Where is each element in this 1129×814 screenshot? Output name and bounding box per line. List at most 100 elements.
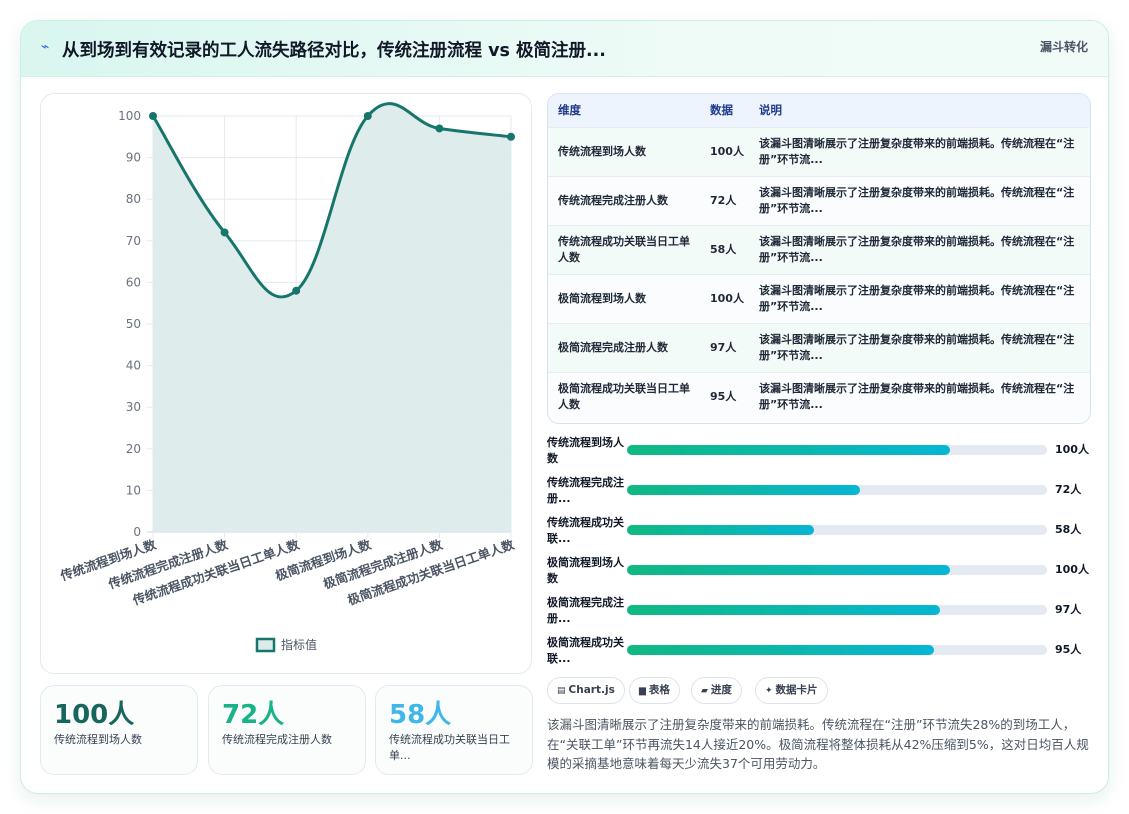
y-tick-label: 30: [126, 400, 141, 414]
progress-track: [627, 485, 1047, 495]
kpi-value: 100人: [54, 700, 135, 730]
progress-row: 传统流程到场人数 100人: [547, 433, 1091, 473]
area-chart[interactable]: 0102030405060708090100传统流程到场人数传统流程完成注册人数…: [41, 94, 533, 675]
progress-track: [627, 645, 1047, 655]
progress-value: 97人: [1055, 603, 1082, 616]
y-tick-label: 0: [133, 525, 141, 539]
table-row: 极简流程到场人数 100人 该漏斗图清晰展示了注册复杂度带来的前端损耗。传统流程…: [548, 274, 1090, 323]
kpi-value: 72人: [222, 700, 285, 730]
y-tick-label: 10: [126, 483, 141, 497]
data-point: [149, 112, 157, 120]
chart-icon: ▤: [557, 686, 566, 696]
legend-label: 指标值: [281, 637, 317, 652]
table-chip[interactable]: ▆ 表格: [629, 677, 680, 704]
y-tick-label: 20: [126, 442, 141, 456]
kpi-label: 传统流程成功关联当日工单...: [389, 733, 510, 762]
y-tick-label: 100: [118, 109, 141, 123]
progress-track: [627, 525, 1047, 535]
summary-text: 该漏斗图清晰展示了注册复杂度带来的前端损耗。传统流程在“注册”环节流失28%的到…: [547, 717, 1089, 771]
chart-panel: 0 10 20 30 40 50 60 70 80 90 100 传统流程到场人数 传统流程完成注册人数…: [40, 93, 532, 674]
table-cell-dimension: 传统流程完成注册人数: [558, 193, 668, 207]
table-header-row: 维度 数据 说明: [548, 94, 1090, 127]
progress-fill: [627, 525, 815, 535]
progress-row: 传统流程成功关联... 58人: [547, 513, 1091, 553]
kpi-label: 传统流程到场人数: [54, 733, 142, 746]
dashboard-card: ⌁ 从到场到有效记录的工人流失路径对比，传统注册流程 vs 极简注册... 漏斗…: [20, 20, 1109, 794]
progress-row: 极简流程到场人数 100人: [547, 553, 1091, 593]
y-tick-label: 70: [126, 234, 141, 248]
progress-fill: [627, 605, 941, 615]
data-point: [292, 286, 301, 295]
progress-track: [627, 445, 1047, 455]
column-header-dimension: 维度: [558, 103, 581, 118]
progress-track: [627, 605, 1047, 615]
progress-value: 72人: [1055, 483, 1082, 496]
data-table: 维度 数据 说明 传统流程到场人数 100人 该漏斗图清晰展示了注册复杂度带来的…: [547, 93, 1091, 424]
progress-row: 极简流程成功关联... 95人: [547, 633, 1091, 673]
data-point: [220, 228, 229, 237]
category-tag: 漏斗转化: [1039, 40, 1088, 54]
table-cell-value: 72人: [710, 193, 737, 207]
y-tick-label: 40: [126, 359, 141, 373]
chip-label: 数据卡片: [775, 684, 818, 696]
progress-chip[interactable]: ▰ 进度: [691, 677, 742, 704]
chip-label: 表格: [648, 684, 670, 696]
table-cell-description: 该漏斗图清晰展示了注册复杂度带来的前端损耗。传统流程在“注册”环节流...: [759, 136, 1075, 166]
table-cell-description: 该漏斗图清晰展示了注册复杂度带来的前端损耗。传统流程在“注册”环节流...: [759, 234, 1075, 264]
progress-value: 95人: [1055, 643, 1082, 656]
table-cell-description: 该漏斗图清晰展示了注册复杂度带来的前端损耗。传统流程在“注册”环节流...: [759, 332, 1075, 362]
kpi-label: 传统流程完成注册人数: [222, 733, 332, 746]
table-cell-value: 100人: [710, 144, 744, 158]
progress-label: 传统流程到场人数: [547, 436, 624, 465]
data-point: [435, 124, 444, 133]
table-cell-description: 该漏斗图清晰展示了注册复杂度带来的前端损耗。传统流程在“注册”环节流...: [759, 381, 1075, 411]
chip-label: Chart.js: [568, 684, 615, 696]
table-row: 传统流程到场人数 100人 该漏斗图清晰展示了注册复杂度带来的前端损耗。传统流程…: [548, 127, 1090, 176]
progress-label: 传统流程成功关联...: [547, 516, 624, 545]
table-cell-dimension: 极简流程到场人数: [558, 291, 646, 305]
table-cell-dimension: 极简流程完成注册人数: [558, 340, 668, 354]
table-cell-value: 100人: [710, 291, 744, 305]
sparkle-icon: ✦: [765, 686, 773, 696]
progress-value: 100人: [1055, 443, 1089, 456]
kpi-value: 58人: [389, 700, 452, 730]
page-title: 从到场到有效记录的工人流失路径对比，传统注册流程 vs 极简注册...: [62, 41, 606, 61]
lightning-icon: ⌁: [41, 39, 50, 55]
table-row: 极简流程完成注册人数 97人 该漏斗图清晰展示了注册复杂度带来的前端损耗。传统流…: [548, 323, 1090, 372]
progress-fill: [627, 565, 951, 575]
chip-label: 进度: [710, 684, 732, 696]
table-cell-dimension: 传统流程到场人数: [558, 144, 646, 158]
progress-label: 极简流程到场人数: [547, 556, 624, 585]
legend-swatch: [255, 637, 276, 653]
column-header-value: 数据: [710, 103, 733, 118]
progress-row: 传统流程完成注册... 72人: [547, 473, 1091, 513]
data-point: [363, 112, 372, 120]
kpi-card: 100人 传统流程到场人数: [40, 685, 198, 775]
progress-value: 58人: [1055, 523, 1082, 536]
progress-value: 100人: [1055, 563, 1089, 576]
progress-row: 极简流程完成注册... 97人: [547, 593, 1091, 633]
progress-fill: [627, 445, 951, 455]
data-point: [507, 132, 515, 141]
progress-icon: ▰: [701, 686, 708, 696]
data-card-chip[interactable]: ✦ 数据卡片: [755, 677, 828, 704]
table-cell-description: 该漏斗图清晰展示了注册复杂度带来的前端损耗。传统流程在“注册”环节流...: [759, 283, 1075, 313]
kpi-card: 72人 传统流程完成注册人数: [208, 685, 366, 775]
progress-label: 传统流程完成注册...: [547, 476, 624, 505]
table-cell-description: 该漏斗图清晰展示了注册复杂度带来的前端损耗。传统流程在“注册”环节流...: [759, 185, 1075, 215]
header: ⌁ 从到场到有效记录的工人流失路径对比，传统注册流程 vs 极简注册... 漏斗…: [21, 21, 1108, 77]
progress-label: 极简流程完成注册...: [547, 596, 624, 625]
chartjs-chip[interactable]: ▤ Chart.js: [547, 677, 625, 704]
table-cell-dimension: 传统流程成功关联当日工单人数: [558, 234, 690, 264]
column-header-description: 说明: [759, 103, 782, 118]
table-cell-value: 95人: [710, 389, 737, 403]
y-tick-label: 80: [126, 192, 141, 206]
progress-fill: [627, 645, 934, 655]
table-row: 传统流程成功关联当日工单人数 58人 该漏斗图清晰展示了注册复杂度带来的前端损耗…: [548, 225, 1090, 274]
progress-label: 极简流程成功关联...: [547, 636, 624, 665]
table-cell-dimension: 极简流程成功关联当日工单人数: [558, 381, 690, 411]
progress-fill: [627, 485, 860, 495]
area-fill: [153, 103, 511, 533]
y-tick-label: 90: [126, 151, 141, 165]
table-cell-value: 58人: [710, 242, 737, 256]
